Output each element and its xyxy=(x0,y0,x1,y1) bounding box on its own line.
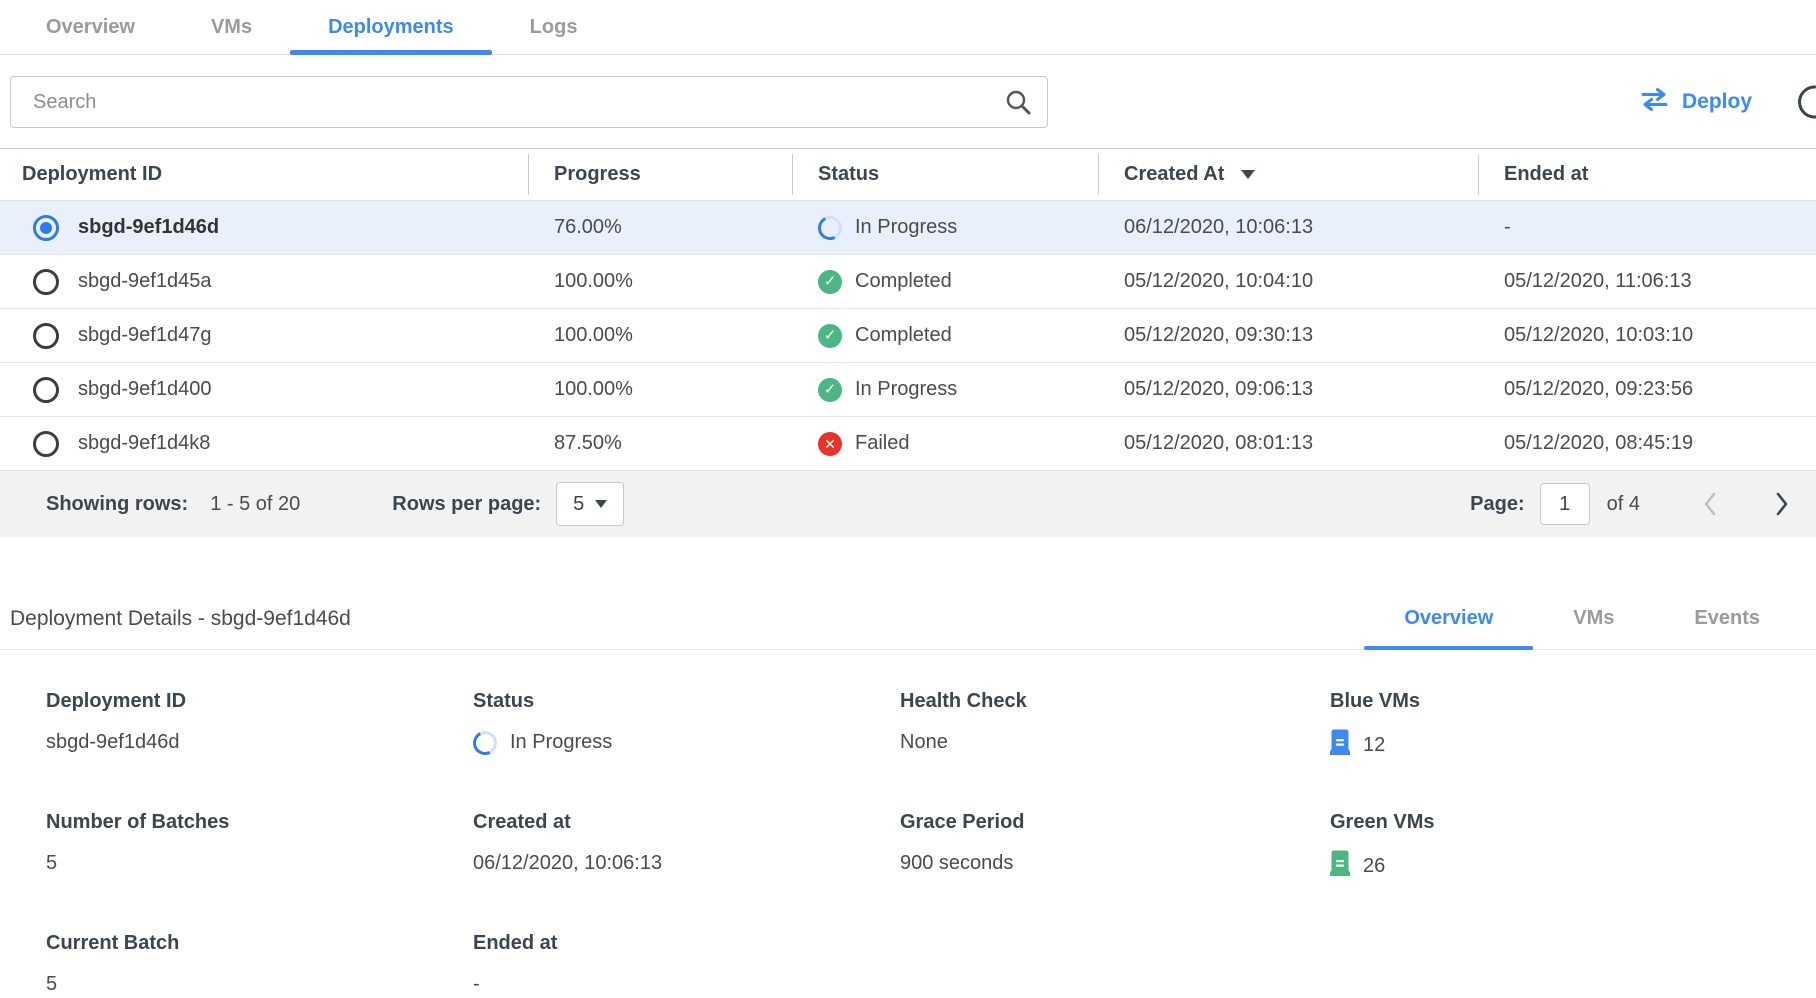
details-fields-grid: Deployment ID sbgd-9ef1d46d Status In Pr… xyxy=(0,650,1816,998)
deployment-id: sbgd-9ef1d46d xyxy=(78,216,219,239)
in-progress-spinner-icon xyxy=(470,727,500,757)
ended-at-value: 05/12/2020, 09:23:56 xyxy=(1478,378,1816,401)
created-at-value: 05/12/2020, 10:04:10 xyxy=(1098,270,1478,293)
column-header-deployment-id[interactable]: Deployment ID xyxy=(0,149,528,200)
tab-deployments[interactable]: Deployments xyxy=(290,0,492,54)
deployment-id: sbgd-9ef1d47g xyxy=(78,324,211,347)
deploy-button-label: Deploy xyxy=(1682,90,1752,114)
chevron-down-icon xyxy=(595,500,607,508)
vm-blue-icon xyxy=(1330,729,1350,761)
tab-vms-label: VMs xyxy=(211,16,252,39)
chevron-right-icon xyxy=(1774,490,1790,518)
deployment-id: sbgd-9ef1d4k8 xyxy=(78,432,210,455)
row-radio[interactable] xyxy=(33,323,59,349)
field-green-vms: Green VMs 26 xyxy=(1330,811,1816,882)
search-box xyxy=(10,76,1048,128)
page-total: of 4 xyxy=(1607,493,1640,516)
deploy-button[interactable]: Deploy xyxy=(1640,88,1752,117)
progress-value: 100.00% xyxy=(528,270,792,293)
completed-check-icon xyxy=(818,378,842,402)
completed-check-icon xyxy=(818,270,842,294)
status-label: Completed xyxy=(855,324,952,347)
status-label: In Progress xyxy=(855,378,957,401)
ended-at-value: - xyxy=(1478,216,1816,239)
row-radio[interactable] xyxy=(33,269,59,295)
deployments-table: Deployment ID Progress Status Created At… xyxy=(0,148,1816,537)
created-at-value: 05/12/2020, 08:01:13 xyxy=(1098,432,1478,455)
created-at-value: 05/12/2020, 09:30:13 xyxy=(1098,324,1478,347)
field-number-of-batches: Number of Batches 5 xyxy=(46,811,473,882)
deployment-id: sbgd-9ef1d45a xyxy=(78,270,211,293)
table-pagination-bar: Showing rows: 1 - 5 of 20 Rows per page:… xyxy=(0,471,1816,537)
field-ended-at: Ended at - xyxy=(473,932,900,998)
table-row[interactable]: sbgd-9ef1d4k8 87.50% Failed 05/12/2020, … xyxy=(0,417,1816,471)
column-header-progress[interactable]: Progress xyxy=(528,149,792,200)
field-current-batch: Current Batch 5 xyxy=(46,932,473,998)
field-health-check: Health Check None xyxy=(900,690,1330,761)
field-deployment-id: Deployment ID sbgd-9ef1d46d xyxy=(46,690,473,761)
progress-value: 100.00% xyxy=(528,378,792,401)
details-tab-events[interactable]: Events xyxy=(1654,588,1800,649)
chevron-left-icon xyxy=(1702,490,1718,518)
status-label: Completed xyxy=(855,270,952,293)
search-input[interactable] xyxy=(10,76,1048,128)
table-row[interactable]: sbgd-9ef1d45a 100.00% Completed 05/12/20… xyxy=(0,255,1816,309)
table-row[interactable]: sbgd-9ef1d400 100.00% In Progress 05/12/… xyxy=(0,363,1816,417)
field-status: Status In Progress xyxy=(473,690,900,761)
row-radio[interactable] xyxy=(33,431,59,457)
table-row[interactable]: sbgd-9ef1d46d 76.00% In Progress 06/12/2… xyxy=(0,201,1816,255)
tab-overview-label: Overview xyxy=(46,16,135,39)
showing-rows-value: 1 - 5 of 20 xyxy=(210,493,300,516)
field-blue-vms: Blue VMs 12 xyxy=(1330,690,1816,761)
column-header-status[interactable]: Status xyxy=(792,149,1098,200)
rows-per-page-label: Rows per page: xyxy=(392,493,541,516)
vm-green-icon xyxy=(1330,850,1350,882)
details-tab-bar: Overview VMs Events xyxy=(1364,588,1816,649)
created-at-value: 05/12/2020, 09:06:13 xyxy=(1098,378,1478,401)
field-created-at: Created at 06/12/2020, 10:06:13 xyxy=(473,811,900,882)
column-header-created-at[interactable]: Created At xyxy=(1098,149,1478,200)
details-tab-overview[interactable]: Overview xyxy=(1364,588,1533,649)
sort-desc-icon[interactable] xyxy=(1241,170,1255,179)
progress-value: 76.00% xyxy=(528,216,792,239)
deployment-id: sbgd-9ef1d400 xyxy=(78,378,211,401)
previous-page-button[interactable] xyxy=(1702,490,1718,518)
tab-vms[interactable]: VMs xyxy=(173,0,290,54)
page-number-input[interactable] xyxy=(1540,483,1590,525)
ended-at-value: 05/12/2020, 10:03:10 xyxy=(1478,324,1816,347)
deployment-details-section: Deployment Details - sbgd-9ef1d46d Overv… xyxy=(0,588,1816,998)
field-grace-period: Grace Period 900 seconds xyxy=(900,811,1330,882)
tab-deployments-label: Deployments xyxy=(328,16,454,39)
progress-value: 87.50% xyxy=(528,432,792,455)
completed-check-icon xyxy=(818,324,842,348)
tab-logs-label: Logs xyxy=(530,16,578,39)
refresh-icon[interactable] xyxy=(1791,78,1816,124)
table-header-row: Deployment ID Progress Status Created At… xyxy=(0,148,1816,201)
in-progress-spinner-icon xyxy=(815,216,845,240)
rows-per-page-value: 5 xyxy=(573,493,584,516)
created-at-value: 06/12/2020, 10:06:13 xyxy=(1098,216,1478,239)
tab-overview[interactable]: Overview xyxy=(8,0,173,54)
ended-at-value: 05/12/2020, 08:45:19 xyxy=(1478,432,1816,455)
status-label: Failed xyxy=(855,432,909,455)
ended-at-value: 05/12/2020, 11:06:13 xyxy=(1478,270,1816,293)
main-tab-bar: Overview VMs Deployments Logs xyxy=(0,0,1816,55)
column-header-ended-at[interactable]: Ended at xyxy=(1478,149,1816,200)
status-label: In Progress xyxy=(855,216,957,239)
row-radio[interactable] xyxy=(33,377,59,403)
rows-per-page-select[interactable]: 5 xyxy=(556,482,624,526)
tab-logs[interactable]: Logs xyxy=(492,0,616,54)
details-title: Deployment Details - sbgd-9ef1d46d xyxy=(10,607,351,631)
showing-rows-label: Showing rows: xyxy=(46,493,188,516)
next-page-button[interactable] xyxy=(1774,490,1790,518)
progress-value: 100.00% xyxy=(528,324,792,347)
table-row[interactable]: sbgd-9ef1d47g 100.00% Completed 05/12/20… xyxy=(0,309,1816,363)
failed-x-icon xyxy=(818,432,842,456)
page-label: Page: xyxy=(1470,493,1524,516)
swap-arrows-icon xyxy=(1640,88,1669,117)
details-tab-vms[interactable]: VMs xyxy=(1533,588,1654,649)
toolbar: Deploy xyxy=(0,55,1816,148)
row-radio-selected[interactable] xyxy=(33,215,59,241)
